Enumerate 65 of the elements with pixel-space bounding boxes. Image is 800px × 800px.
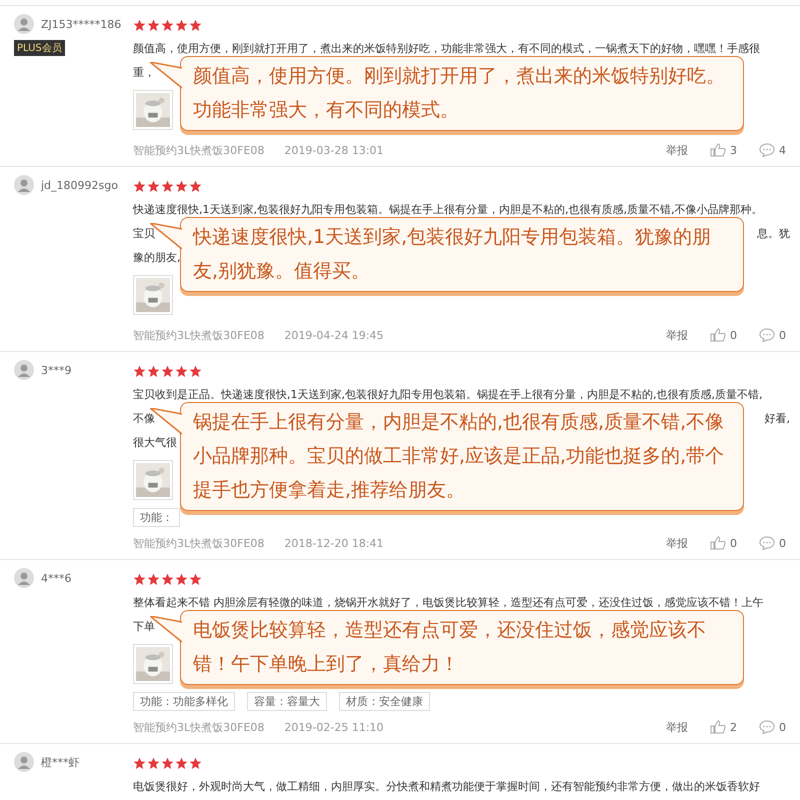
star-icon (133, 572, 146, 586)
star-icon (175, 18, 188, 32)
review-tag: 功能： (133, 508, 180, 527)
review-date: 2018-12-20 18:41 (284, 536, 384, 550)
review-text: 宝贝收到是正品。快递速度很快,1天送到家,包装很好九阳专用包装箱。锅提在手上很有分量，内胆是不粘的,也很有质感,质量不错, (133, 386, 762, 402)
review-text: 很大气很 (133, 434, 177, 450)
star-icon (161, 18, 174, 32)
avatar-icon (14, 360, 34, 380)
review-date: 2019-03-28 13:01 (284, 144, 384, 156)
star-icon (161, 180, 174, 192)
review-tag: 容量：容量大 (247, 692, 327, 711)
review-text: 快递速度很快,1天送到家,包装很好九阳专用包装箱。锅提在手上很有分量，内胆是不粘的,也很有质感,质量不错,不像小品牌那种。 (133, 202, 762, 216)
review-text: 电饭煲很好，外观时尚大气，做工精细，内胆厚实。分快煮和精煮功能便于掌握时间，还有智能预约非常方便，做出的米饭香软好 (133, 778, 760, 794)
avatar-icon (14, 752, 34, 772)
member-badge: PLUS会员 (14, 40, 65, 56)
star-icon (189, 18, 202, 32)
avatar-icon (14, 175, 34, 195)
report-link[interactable]: 举报 (666, 720, 688, 734)
star-icon (161, 572, 174, 586)
report-link[interactable]: 举报 (666, 536, 688, 550)
user-name: jd_180992sgo (41, 178, 118, 192)
star-icon (161, 364, 174, 378)
star-icon (175, 572, 188, 586)
star-icon (133, 18, 146, 32)
review-date: 2019-02-25 11:10 (284, 720, 384, 734)
star-icon (133, 756, 146, 770)
star-icon (147, 180, 160, 192)
review-date: 2019-04-24 19:45 (284, 328, 384, 342)
star-icon (189, 572, 202, 586)
avatar-icon (14, 14, 34, 34)
star-icon (133, 180, 146, 192)
star-icon (189, 756, 202, 770)
star-icon (147, 572, 160, 586)
star-icon (189, 364, 202, 378)
star-icon (175, 364, 188, 378)
review-tag: 功能：功能多样化 (133, 692, 235, 711)
review-text: 豫的朋友, (133, 250, 180, 264)
user-name: ZJ153*****186 (41, 18, 122, 30)
user-name: 3***9 (41, 364, 72, 376)
star-icon (175, 180, 188, 192)
star-icon (133, 364, 146, 378)
review-text: 整体看起来不错 内胆涂层有轻微的味道，烧锅开水就好了，电饭煲比较算轻，造型还有点可爱，还没住过饭，感觉应该不错！上午 (133, 594, 764, 610)
star-icon (147, 18, 160, 32)
review-tag: 材质：安全健康 (339, 692, 430, 711)
user-name: 4***6 (41, 572, 72, 584)
review-text: 颜值高，使用方便，刚到就打开用了，煮出来的米饭特别好吃，功能非常强大，有不同的模式，一锅煮天下的好物，嘿嘿！手感很 (133, 40, 760, 56)
review-text: 下单 (133, 618, 155, 634)
report-link[interactable]: 举报 (666, 142, 688, 158)
avatar-icon (14, 568, 34, 588)
review-text: 息。犹 (757, 226, 790, 240)
user-name: 橙***虾 (41, 754, 80, 770)
star-icon (161, 756, 174, 770)
star-icon (147, 364, 160, 378)
star-icon (147, 756, 160, 770)
star-icon (175, 756, 188, 770)
product-variant: 智能预约3L快煮饭30FE08 (133, 328, 264, 342)
star-icon (189, 180, 202, 192)
review-text: 不像 (133, 410, 155, 426)
review-text: 宝贝 (133, 226, 155, 240)
product-variant: 智能预约3L快煮饭30FE08 (133, 536, 264, 550)
review-text: 重， (133, 64, 155, 80)
report-link[interactable]: 举报 (666, 328, 688, 342)
review-text: 好看, (764, 410, 790, 426)
product-variant: 智能预约3L快煮饭30FE08 (133, 720, 264, 734)
product-variant: 智能预约3L快煮饭30FE08 (133, 142, 264, 158)
